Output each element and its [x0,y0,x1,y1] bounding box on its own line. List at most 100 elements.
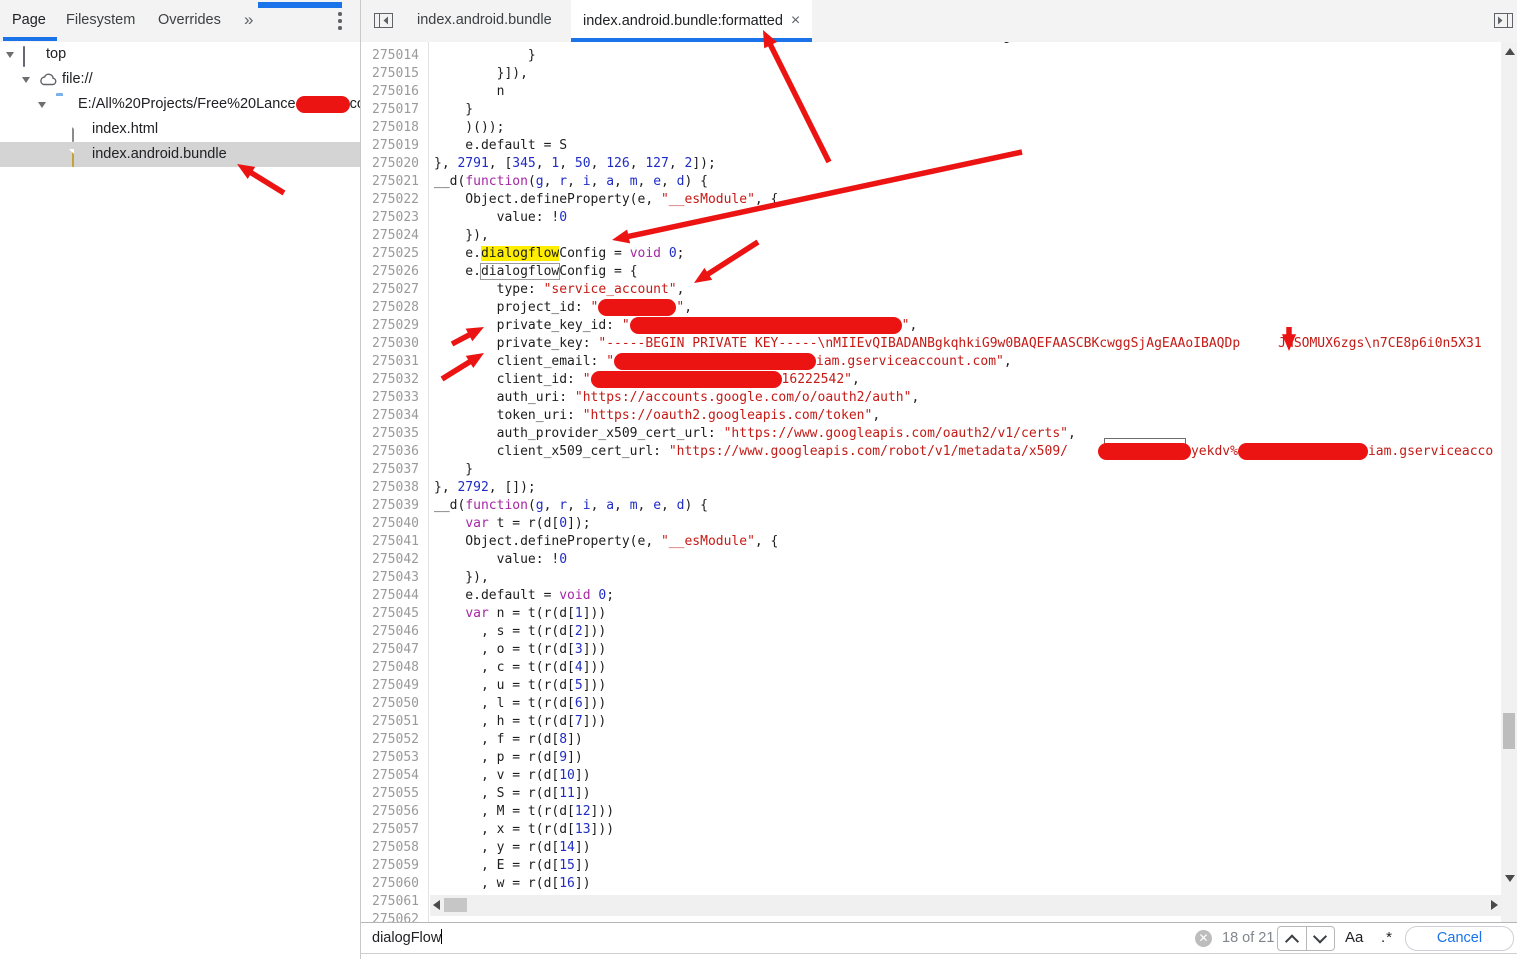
horizontal-scrollbar[interactable] [430,895,1501,916]
line-number[interactable]: 275042 [361,551,428,569]
line-number[interactable]: 275032 [361,371,428,389]
line-number[interactable]: 275017 [361,101,428,119]
code-line[interactable]: 275021 __d(function(g, r, i, a, m, e, d) … [361,173,1517,191]
scroll-left-icon[interactable] [433,900,440,910]
close-icon[interactable]: × [791,12,800,29]
code-line[interactable]: 275023 value: !0 [361,209,1517,227]
tab-filesystem[interactable]: Filesystem [66,0,135,41]
code-line[interactable]: 275058 , y = r(d[14]) [361,839,1517,857]
line-number[interactable]: 275048 [361,659,428,677]
code-line[interactable]: 275028 project_id: " ", [361,299,1517,317]
chevron-down-icon[interactable] [22,77,30,83]
code-line[interactable]: 275019 e.default = S [361,137,1517,155]
code-line[interactable]: 275054 , v = r(d[10]) [361,767,1517,785]
code-line[interactable]: 275027 type: "service_account", [361,281,1517,299]
tab-overrides[interactable]: Overrides [158,0,221,41]
code-line[interactable]: 275051 , h = t(r(d[7])) [361,713,1517,731]
code-line[interactable]: 275053 , p = r(d[9]) [361,749,1517,767]
code-line[interactable]: 275052 , f = r(d[8]) [361,731,1517,749]
tree-item-top[interactable]: top [0,42,360,67]
next-match-button[interactable] [1305,927,1335,950]
code-line[interactable]: 275033 auth_uri: "https://accounts.googl… [361,389,1517,407]
line-number[interactable]: 275025 [361,245,428,263]
chevron-down-icon[interactable] [6,52,14,58]
line-number[interactable]: 275023 [361,209,428,227]
line-number[interactable]: 275055 [361,785,428,803]
line-number[interactable]: 275033 [361,389,428,407]
code-line[interactable]: 275031 client_email: " iam.gserviceaccoun… [361,353,1517,371]
code-line[interactable]: 275039 __d(function(g, r, i, a, m, e, d) … [361,497,1517,515]
code-line[interactable]: 275047 , o = t(r(d[3])) [361,641,1517,659]
editor-tab-bundle[interactable]: index.android.bundle [405,0,564,41]
line-number[interactable]: 275057 [361,821,428,839]
line-number[interactable]: 275052 [361,731,428,749]
line-number[interactable]: 275019 [361,137,428,155]
line-number[interactable]: 275040 [361,515,428,533]
line-number[interactable]: 275060 [361,875,428,893]
toggle-navigator-icon[interactable] [374,13,394,29]
code-line[interactable]: 275042 value: !0 [361,551,1517,569]
clear-search-icon[interactable]: ✕ [1195,930,1212,947]
code-line[interactable]: 275059 , E = r(d[15]) [361,857,1517,875]
line-number[interactable]: 275020 [361,155,428,173]
code-line[interactable]: 275038}, 2792, []); [361,479,1517,497]
code-line[interactable]: 275055 , S = r(d[11]) [361,785,1517,803]
code-line[interactable]: 275050 , l = t(r(d[6])) [361,695,1517,713]
line-number[interactable]: 275045 [361,605,428,623]
code-line[interactable]: 275049 , u = t(r(d[5])) [361,677,1517,695]
scroll-up-icon[interactable] [1505,48,1515,55]
line-number[interactable]: 275058 [361,839,428,857]
code-line[interactable]: 275046 , s = t(r(d[2])) [361,623,1517,641]
line-number[interactable]: 275030 [361,335,428,353]
tab-page[interactable]: Page [12,0,46,41]
code-line[interactable]: 275060 , w = r(d[16]) [361,875,1517,893]
scroll-right-icon[interactable] [1491,900,1498,910]
code-line[interactable]: 275036 client_x509_cert_url: "https://ww… [361,443,1517,461]
line-number[interactable]: 275029 [361,317,428,335]
code-line[interactable]: 275048 , c = t(r(d[4])) [361,659,1517,677]
line-number[interactable]: 275038 [361,479,428,497]
line-number[interactable]: 275037 [361,461,428,479]
code-line[interactable]: 275034 token_uri: "https://oauth2.google… [361,407,1517,425]
line-number[interactable]: 275059 [361,857,428,875]
tree-item-project-folder[interactable]: E:/All%20Projects/Free%20Lanceco [0,92,360,117]
chevron-down-icon[interactable] [38,102,46,108]
line-number[interactable]: 275046 [361,623,428,641]
code-line[interactable]: 275025 e.dialogflowConfig = void 0; [361,245,1517,263]
kebab-menu-icon[interactable] [338,12,342,32]
line-number[interactable]: 275031 [361,353,428,371]
code-line[interactable]: 275015 }]), [361,65,1517,83]
code-line[interactable]: 275018 )()); [361,119,1517,137]
match-case-button[interactable]: Aa [1345,923,1363,953]
line-number[interactable]: 275062 [361,911,428,922]
line-number[interactable]: 275022 [361,191,428,209]
code-line[interactable]: 275044 e.default = void 0; [361,587,1517,605]
line-number[interactable]: 275049 [361,677,428,695]
line-number[interactable]: 275016 [361,83,428,101]
code-line[interactable]: 275014 } [361,47,1517,65]
code-line[interactable]: 275016 n [361,83,1517,101]
code-line[interactable]: 275032 client_id: " 16222542", [361,371,1517,389]
code-line[interactable]: 275030 private_key: "-----BEGIN PRIVATE … [361,335,1517,353]
tree-item-index-android-bundle[interactable]: index.android.bundle [0,142,360,167]
code-line[interactable]: 275056 , M = t(r(d[12])) [361,803,1517,821]
code-line[interactable]: 275037 } [361,461,1517,479]
previous-match-button[interactable] [1278,927,1306,950]
tree-item-file-scheme[interactable]: file:// [0,67,360,92]
line-number[interactable]: 275053 [361,749,428,767]
line-number[interactable]: 275026 [361,263,428,281]
vertical-scrollbar[interactable] [1501,42,1517,922]
code-line[interactable]: 275035 auth_provider_x509_cert_url: "htt… [361,425,1517,443]
code-line[interactable]: 275017 } [361,101,1517,119]
cancel-button[interactable]: Cancel [1405,926,1514,951]
line-number[interactable]: 275047 [361,641,428,659]
line-number[interactable]: 275043 [361,569,428,587]
toggle-debugger-sidebar-icon[interactable] [1494,13,1514,29]
horizontal-scrollbar-thumb[interactable] [444,898,467,912]
code-line[interactable]: 275022 Object.defineProperty(e, "__esMod… [361,191,1517,209]
line-number[interactable]: 275036 [361,443,428,461]
code-line[interactable]: 275026 e.dialogflowConfig = { [361,263,1517,281]
code-line[interactable]: 275045 var n = t(r(d[1])) [361,605,1517,623]
line-number[interactable]: 275024 [361,227,428,245]
code-editor[interactable]: ]g() 275014 }275015 }]),275016 n275017 }… [361,42,1517,922]
